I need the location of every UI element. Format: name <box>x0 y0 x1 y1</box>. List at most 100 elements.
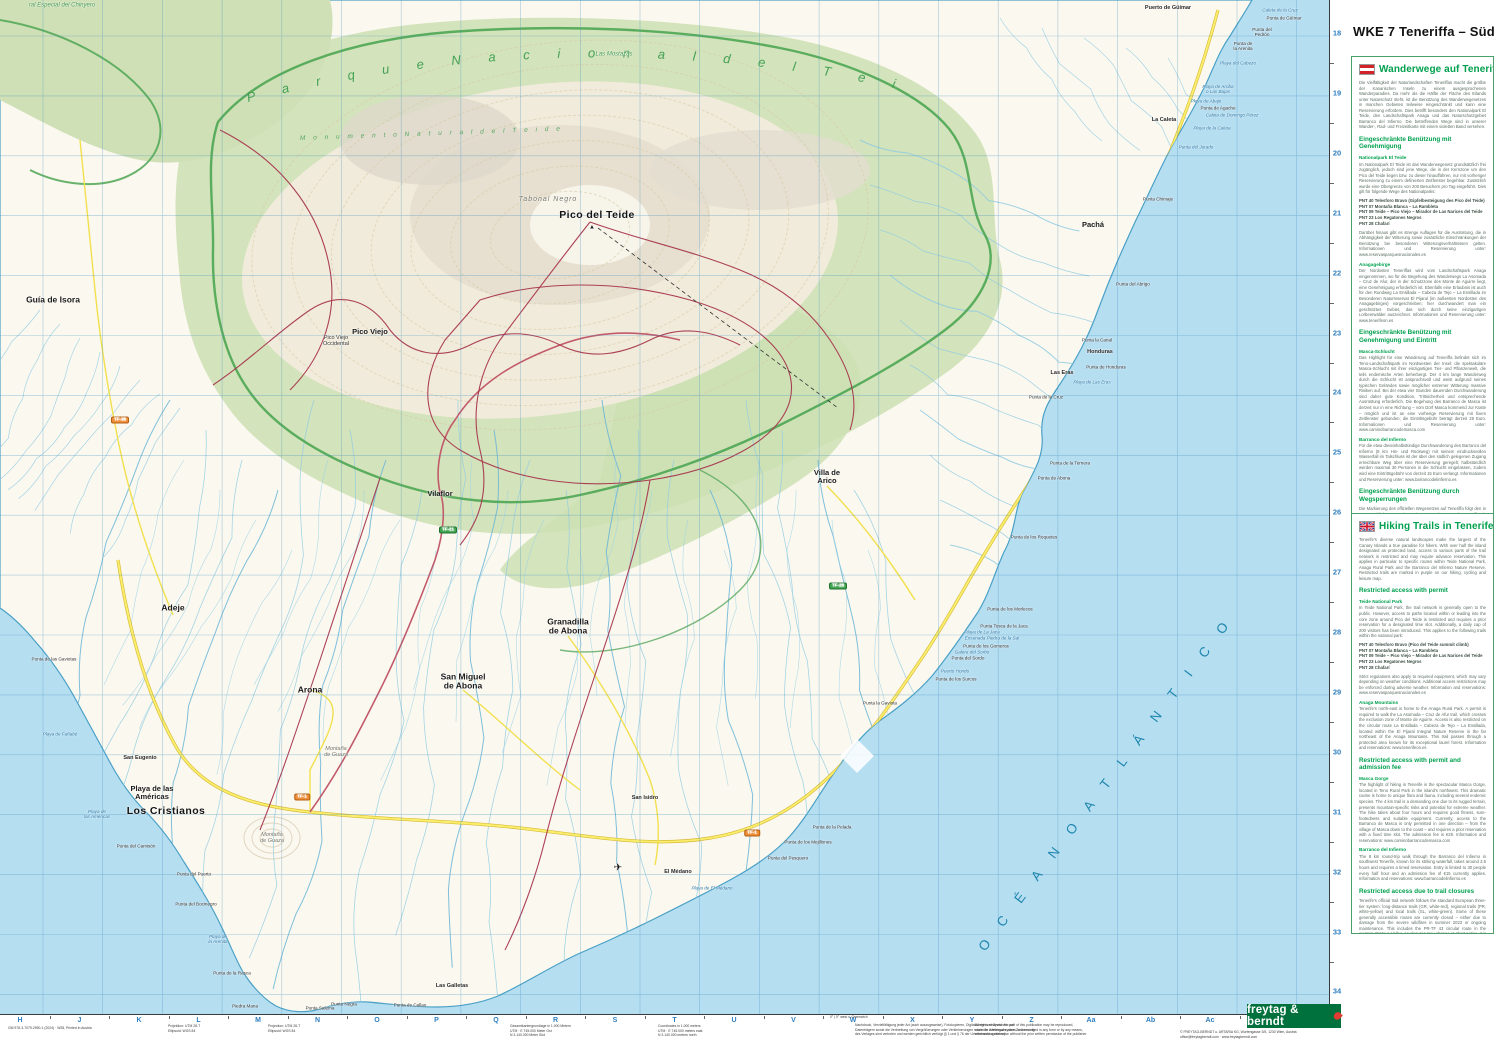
paragraph: The 8 km round-trip walk through the Bar… <box>1359 854 1486 882</box>
paragraph: Tenerife's diverse natural landscapes ma… <box>1359 537 1486 581</box>
grid-tick <box>1330 63 1334 64</box>
map-canvas: P a r q u e N a c i o n a l d e l T e i … <box>0 0 1330 1015</box>
grid-tick <box>109 1016 110 1019</box>
section-subheading: Anagagebirge <box>1359 262 1486 267</box>
grid-col-letter: U <box>731 1017 736 1024</box>
imprint-note: Gesamtkartengrundlage in 1.000 Metern UT… <box>510 1024 571 1038</box>
imprint-note: 0° | 0° west v. Greenwich <box>830 1015 868 1020</box>
grid-tick <box>1330 962 1334 963</box>
grid-row-number: 20 <box>1330 148 1344 157</box>
trail-list-item: PNT 40 Telesforo Bravo (Pico del Teide s… <box>1359 642 1486 648</box>
grid-tick <box>1180 1016 1181 1019</box>
panel-section-de: Wanderwege auf TeneriffaDie Vielfältigke… <box>1352 57 1493 514</box>
grid-col-letter: V <box>791 1017 796 1024</box>
grid-tick <box>407 1016 408 1019</box>
paragraph: Für die etwa dreieinhalbstündige Durchwa… <box>1359 443 1486 482</box>
paragraph: In Teide National Park, the trail networ… <box>1359 605 1486 638</box>
grid-tick <box>1121 1016 1122 1019</box>
imprint-note: Projektion: UTM 28-T Ellipsoid: WGS 84 <box>168 1024 200 1033</box>
grid-tick <box>1330 482 1334 483</box>
imprint-note: © FREYTAG-BERNDT u. ARTARIA KG, Wurfenga… <box>1180 1030 1297 1039</box>
section-subheading: Masca-Schlucht <box>1359 349 1486 354</box>
panel-section-en: Hiking Trails in Tenerife Tenerife's dive… <box>1352 514 1493 933</box>
sheet-title: WKE 7 Teneriffa – Süd <box>1353 24 1495 39</box>
info-box: Wanderwege auf TeneriffaDie Vielfältigke… <box>1351 56 1494 934</box>
section-subheading: Barranco del Infierno <box>1359 847 1486 852</box>
grid-tick <box>288 1016 289 1019</box>
trail-list: PNT 40 Telesforo Bravo (Gipfelbesteigung… <box>1359 198 1486 227</box>
map-right-margin: 1819202122232425262728293031323334 <box>1330 0 1345 1014</box>
grid-row-number: 33 <box>1330 927 1344 936</box>
paragraph: Die Markierung des offiziellen Wegenetze… <box>1359 506 1486 514</box>
grid-tick <box>1330 662 1334 663</box>
section-subheading: Teide National Park <box>1359 599 1486 604</box>
grid-col-letter: P <box>434 1017 439 1024</box>
grid-col-letter: M <box>255 1017 261 1024</box>
grid-row-number: 19 <box>1330 88 1344 97</box>
grid-col-letter: H <box>17 1017 22 1024</box>
grid-tick <box>1330 422 1334 423</box>
grid-col-letter: J <box>78 1017 82 1024</box>
grid-tick <box>526 1016 527 1019</box>
freytag-berndt-logo: freytag & berndt <box>1247 1004 1341 1028</box>
paragraph: The highlight of hiking in Tenerife is t… <box>1359 782 1486 843</box>
grid-col-letter: R <box>553 1017 558 1024</box>
grid-tick <box>1330 782 1334 783</box>
grid-row-number: 22 <box>1330 268 1344 277</box>
grid-tick <box>764 1016 765 1019</box>
imprint-note: Projection: UTM 28-T Ellipsoid: WGS 84 <box>268 1024 300 1033</box>
grid-tick <box>228 1016 229 1019</box>
map-sheet-photo: P a r q u e N a c i o n a l d e l T e i … <box>0 0 1500 1050</box>
grid-row-number: 29 <box>1330 687 1344 696</box>
grid-col-letter: Aa <box>1087 1017 1096 1024</box>
grid-tick <box>704 1016 705 1019</box>
paragraph: Tenerife's north-east is home to the Ana… <box>1359 706 1486 750</box>
grid-row-number: 30 <box>1330 747 1344 756</box>
section-header: Wanderwege auf Teneriffa <box>1359 64 1486 75</box>
grid-row-number: 24 <box>1330 388 1344 397</box>
section-subheading: Barranco del Infierno <box>1359 437 1486 442</box>
uk-flag-icon <box>1359 521 1375 532</box>
imprint-note: All rights reserved. No part of this pub… <box>975 1023 1087 1037</box>
grid-col-letter: K <box>136 1017 141 1024</box>
section-subheading: Nationalpark El Teide <box>1359 155 1486 160</box>
paragraph: Im Nationalpark El Teide ist das Wanderw… <box>1359 162 1486 195</box>
grid-tick <box>883 1016 884 1019</box>
section-heading: Restricted access with permit <box>1359 587 1486 595</box>
terrain-svg: P a r q u e N a c i o n a l d e l T e i … <box>0 0 1329 1014</box>
section-title: Hiking Trails in Tenerife <box>1379 521 1493 532</box>
section-heading: Restricted access due to trail closures <box>1359 888 1486 896</box>
grid-row-number: 28 <box>1330 628 1344 637</box>
grid-tick <box>585 1016 586 1019</box>
section-header: Hiking Trails in Tenerife <box>1359 521 1486 532</box>
section-heading: Eingeschränkte Benützung mit Genehmigung <box>1359 136 1486 151</box>
grid-tick <box>1330 123 1334 124</box>
grid-row-number: 32 <box>1330 867 1344 876</box>
grid-col-letter: N <box>315 1017 320 1024</box>
grid-tick <box>50 1016 51 1019</box>
section-heading: Eingeschränkte Benützung durch Wegsperru… <box>1359 488 1486 503</box>
trail-list-item: PNT 28 Chafarí <box>1359 221 1486 227</box>
grid-tick <box>1061 1016 1062 1019</box>
paragraph: Das Highlight für eine Wanderung auf Ten… <box>1359 355 1486 433</box>
paragraph: Der Nordosten Teneriffas wird vom Landsc… <box>1359 268 1486 323</box>
grid-tick <box>1330 243 1334 244</box>
grid-tick <box>169 1016 170 1019</box>
grid-row-number: 25 <box>1330 448 1344 457</box>
paragraph: Darüber hinaus gibt es strenge Auflagen … <box>1359 230 1486 258</box>
grid-col-letter: S <box>613 1017 618 1024</box>
grid-tick <box>1330 902 1334 903</box>
section-subheading: Anaga Mountains <box>1359 700 1486 705</box>
imprint-note: GM 978-3-7079-2590-1 (2024) · W28, Print… <box>8 1026 92 1031</box>
grid-tick <box>1330 722 1334 723</box>
grid-tick <box>1330 842 1334 843</box>
austria-flag-icon <box>1359 64 1375 75</box>
grid-tick <box>1240 1016 1241 1019</box>
info-panel: WKE 7 Teneriffa – Süd Wanderwege auf Ten… <box>1346 0 1500 1050</box>
grid-col-letter: Ac <box>1206 1017 1215 1024</box>
section-subheading: Masca Gorge <box>1359 776 1486 781</box>
grid-tick <box>1002 1016 1003 1019</box>
grid-tick <box>1330 183 1334 184</box>
grid-col-letter: T <box>672 1017 676 1024</box>
grid-tick <box>823 1016 824 1019</box>
